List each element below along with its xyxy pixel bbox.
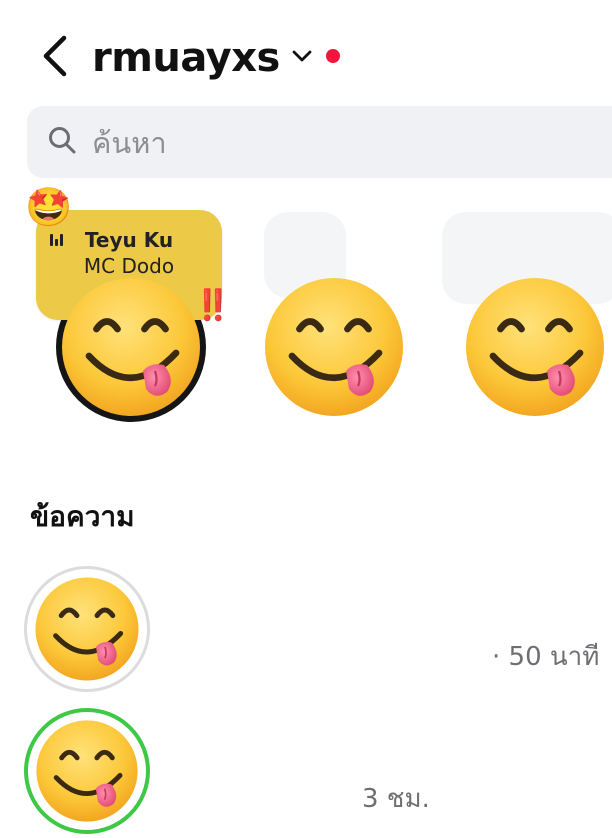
star-struck-emoji: 🤩 [25, 185, 73, 229]
account-username[interactable]: rmuayxs [92, 32, 280, 84]
account-switch-button[interactable] [290, 44, 314, 68]
yum-face-emoji [259, 272, 409, 422]
message-row[interactable]: · 50 นาที [0, 566, 612, 696]
search-input[interactable] [90, 114, 594, 172]
yum-face-emoji [31, 573, 143, 685]
yum-face-emoji [32, 716, 142, 826]
message-row[interactable]: 3 ชม. [0, 708, 612, 838]
story-avatar-1[interactable] [56, 272, 206, 422]
search-icon [49, 127, 76, 154]
note-song-title: Teyu Ku [84, 228, 174, 252]
avatar-active [24, 708, 150, 834]
chevron-down-icon [292, 50, 312, 62]
yum-face-emoji [56, 272, 206, 422]
back-arrow-icon [43, 35, 67, 77]
avatar [24, 566, 150, 692]
back-button[interactable] [38, 32, 74, 80]
message-timestamp: 3 ชม. [362, 784, 430, 814]
message-timestamp: · 50 นาที [492, 642, 600, 672]
messages-section-title: ข้อความ [30, 500, 135, 533]
yum-face-emoji [460, 272, 610, 422]
story-avatar-2[interactable] [259, 272, 409, 422]
double-exclamation-emoji: ‼️ [194, 288, 232, 323]
notification-dot [326, 49, 340, 63]
story-avatar-3[interactable] [460, 272, 610, 422]
